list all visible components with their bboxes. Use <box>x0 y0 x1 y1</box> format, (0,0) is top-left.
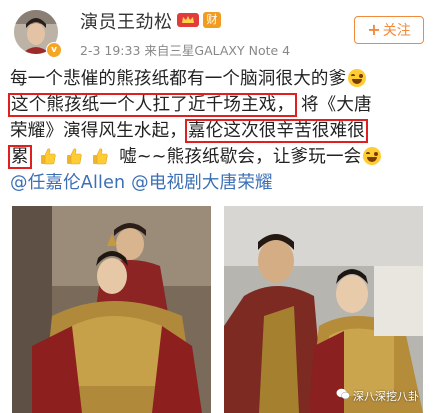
laughing-emoji-icon <box>363 147 382 165</box>
vip-crown-icon[interactable] <box>177 12 199 28</box>
post-text: 将《大唐 <box>295 95 372 115</box>
mention-link[interactable]: @电视剧大唐荣耀 <box>131 173 273 193</box>
post-photo-1[interactable] <box>12 206 211 413</box>
wechat-logo-icon <box>336 388 350 400</box>
post-text: 每一个悲催的熊孩纸都有一个脑洞很大的爹 <box>10 69 347 89</box>
verified-icon: v <box>46 42 62 58</box>
highlighted-text: 这个熊孩纸一个人扛了近千场主戏， <box>7 93 298 117</box>
plus-icon: + <box>367 20 381 39</box>
cai-badge[interactable]: 财 <box>203 12 221 28</box>
post-line-5: @任嘉伦Allen @电视剧大唐荣耀 <box>10 170 430 196</box>
thumbs-up-emoji-icon <box>41 148 57 165</box>
laughing-emoji-icon <box>348 69 367 87</box>
thumbs-up-emoji-icon <box>93 148 109 165</box>
thumbs-up-emoji-icon <box>67 148 83 165</box>
username[interactable]: 演员王劲松 <box>80 8 173 34</box>
post-line-2: 这个熊孩纸一个人扛了近千场主戏， 将《大唐 <box>7 92 430 118</box>
mention-link[interactable]: @任嘉伦Allen <box>10 173 125 193</box>
post-photo-2[interactable] <box>224 206 423 413</box>
follow-label: 关注 <box>382 23 411 39</box>
post-line-3: 荣耀》演得风生水起，嘉伦这次很辛苦很难很 <box>10 118 430 144</box>
post-line-4: 累 嘘~~熊孩纸歇会，让爹玩一会 <box>8 144 430 170</box>
follow-button[interactable]: + 关注 <box>354 16 424 44</box>
post-meta: 2-3 19:33 来自三星GALAXY Note 4 <box>80 43 291 58</box>
post-header: v 演员王劲松 财 2-3 19:33 来自三星GALAXY Note 4 + … <box>0 0 437 64</box>
watermark-text: 深八深挖八卦 <box>353 390 419 403</box>
highlighted-text: 嘉伦这次很辛苦很难很 <box>185 119 368 143</box>
post-content: 每一个悲催的熊孩纸都有一个脑洞很大的爹 这个熊孩纸一个人扛了近千场主戏， 将《大… <box>7 66 430 196</box>
post-text: 嘘~~熊孩纸歇会，让爹玩一会 <box>119 147 362 167</box>
post-line-1: 每一个悲催的熊孩纸都有一个脑洞很大的爹 <box>10 66 430 92</box>
post-text: 荣耀》演得风生水起， <box>10 121 187 141</box>
highlighted-text: 累 <box>8 145 32 169</box>
